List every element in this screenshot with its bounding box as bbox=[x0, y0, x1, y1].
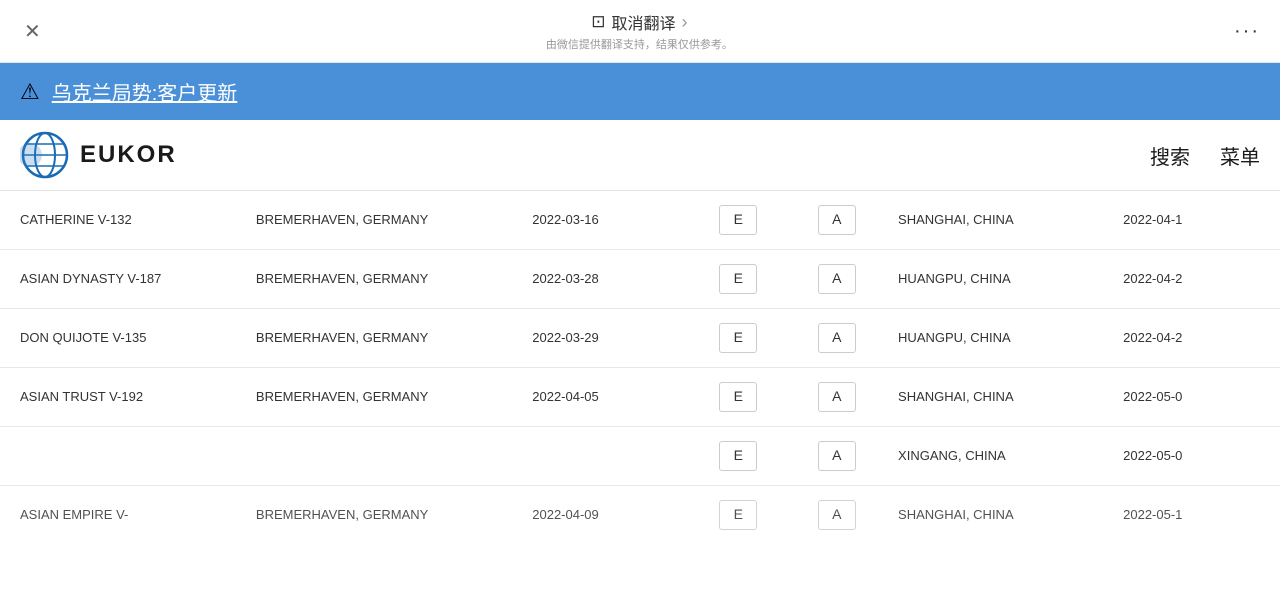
date-to: 2022-05-1 bbox=[1111, 486, 1280, 545]
badge-a: A bbox=[788, 309, 886, 368]
port-from bbox=[244, 427, 520, 486]
date-from: 2022-04-05 bbox=[520, 368, 689, 427]
badge-e-badge: E bbox=[719, 264, 757, 294]
badge-e: E bbox=[689, 250, 787, 309]
search-button[interactable]: 搜索 bbox=[1150, 141, 1190, 170]
translate-button[interactable]: ⊡ 取消翻译 › bbox=[591, 10, 687, 34]
table-row: ASIAN EMPIRE V-BREMERHAVEN, GERMANY2022-… bbox=[0, 486, 1280, 545]
table-row: ASIAN TRUST V-192BREMERHAVEN, GERMANY202… bbox=[0, 368, 1280, 427]
port-from: BREMERHAVEN, GERMANY bbox=[244, 368, 520, 427]
badge-a-badge: A bbox=[818, 323, 856, 353]
date-from: 2022-03-28 bbox=[520, 250, 689, 309]
vessel-name: CATHERINE V-132 bbox=[0, 191, 244, 250]
logo-globe-icon bbox=[20, 130, 70, 180]
badge-e-badge: E bbox=[719, 500, 757, 530]
badge-a: A bbox=[788, 427, 886, 486]
port-from: BREMERHAVEN, GERMANY bbox=[244, 486, 520, 545]
warning-icon: ⚠ bbox=[20, 79, 40, 105]
vessel-name bbox=[0, 427, 244, 486]
badge-a: A bbox=[788, 368, 886, 427]
table-row: E A XINGANG, CHINA2022-05-0 bbox=[0, 427, 1280, 486]
badge-a-badge: A bbox=[818, 205, 856, 235]
badge-e-badge: E bbox=[719, 205, 757, 235]
date-to: 2022-04-2 bbox=[1111, 250, 1280, 309]
badge-e-badge: E bbox=[719, 382, 757, 412]
port-from: BREMERHAVEN, GERMANY bbox=[244, 250, 520, 309]
date-from: 2022-04-09 bbox=[520, 486, 689, 545]
date-to: 2022-05-0 bbox=[1111, 427, 1280, 486]
warning-banner: ⚠ 乌克兰局势:客户更新 bbox=[0, 63, 1280, 120]
badge-a-badge: A bbox=[818, 441, 856, 471]
schedule-table-container: CATHERINE V-132BREMERHAVEN, GERMANY2022-… bbox=[0, 191, 1280, 544]
schedule-table: CATHERINE V-132BREMERHAVEN, GERMANY2022-… bbox=[0, 191, 1280, 544]
date-to: 2022-04-2 bbox=[1111, 309, 1280, 368]
vessel-name: ASIAN DYNASTY V-187 bbox=[0, 250, 244, 309]
vessel-name: DON QUIJOTE V-135 bbox=[0, 309, 244, 368]
menu-button[interactable]: 菜单 bbox=[1220, 141, 1260, 170]
port-to: XINGANG, CHINA bbox=[886, 427, 1111, 486]
badge-e: E bbox=[689, 309, 787, 368]
close-button[interactable]: ✕ bbox=[20, 15, 45, 48]
port-to: HUANGPU, CHINA bbox=[886, 309, 1111, 368]
port-to: SHANGHAI, CHINA bbox=[886, 486, 1111, 545]
translate-center: ⊡ 取消翻译 › 由微信提供翻译支持，结果仅供参考。 bbox=[546, 10, 733, 52]
vessel-name: ASIAN EMPIRE V- bbox=[0, 486, 244, 545]
badge-a-badge: A bbox=[818, 382, 856, 412]
badge-e-badge: E bbox=[719, 441, 757, 471]
badge-a-badge: A bbox=[818, 264, 856, 294]
site-header: EUKOR 搜索 菜单 bbox=[0, 120, 1280, 191]
port-to: HUANGPU, CHINA bbox=[886, 250, 1111, 309]
date-from: 2022-03-29 bbox=[520, 309, 689, 368]
badge-e: E bbox=[689, 486, 787, 545]
warning-text[interactable]: 乌克兰局势:客户更新 bbox=[52, 77, 238, 106]
translate-subtitle: 由微信提供翻译支持，结果仅供参考。 bbox=[546, 36, 733, 52]
table-row: ASIAN DYNASTY V-187BREMERHAVEN, GERMANY2… bbox=[0, 250, 1280, 309]
badge-e-badge: E bbox=[719, 323, 757, 353]
logo-text: EUKOR bbox=[80, 141, 177, 169]
port-from: BREMERHAVEN, GERMANY bbox=[244, 309, 520, 368]
translate-icon: ⊡ bbox=[591, 12, 605, 32]
chevron-right-icon: › bbox=[682, 12, 688, 33]
port-to: SHANGHAI, CHINA bbox=[886, 191, 1111, 250]
badge-e: E bbox=[689, 191, 787, 250]
table-row: DON QUIJOTE V-135BREMERHAVEN, GERMANY202… bbox=[0, 309, 1280, 368]
translate-label: 取消翻译 bbox=[612, 10, 676, 34]
date-to: 2022-04-1 bbox=[1111, 191, 1280, 250]
nav-actions: 搜索 菜单 bbox=[1150, 141, 1260, 170]
vessel-name: ASIAN TRUST V-192 bbox=[0, 368, 244, 427]
logo-area: EUKOR bbox=[20, 130, 177, 180]
more-button[interactable]: ··· bbox=[1234, 20, 1260, 43]
top-bar: ✕ ⊡ 取消翻译 › 由微信提供翻译支持，结果仅供参考。 ··· bbox=[0, 0, 1280, 63]
table-row: CATHERINE V-132BREMERHAVEN, GERMANY2022-… bbox=[0, 191, 1280, 250]
badge-e: E bbox=[689, 368, 787, 427]
date-from bbox=[520, 427, 689, 486]
badge-a: A bbox=[788, 486, 886, 545]
date-from: 2022-03-16 bbox=[520, 191, 689, 250]
port-to: SHANGHAI, CHINA bbox=[886, 368, 1111, 427]
badge-e: E bbox=[689, 427, 787, 486]
badge-a-badge: A bbox=[818, 500, 856, 530]
date-to: 2022-05-0 bbox=[1111, 368, 1280, 427]
badge-a: A bbox=[788, 250, 886, 309]
port-from: BREMERHAVEN, GERMANY bbox=[244, 191, 520, 250]
badge-a: A bbox=[788, 191, 886, 250]
